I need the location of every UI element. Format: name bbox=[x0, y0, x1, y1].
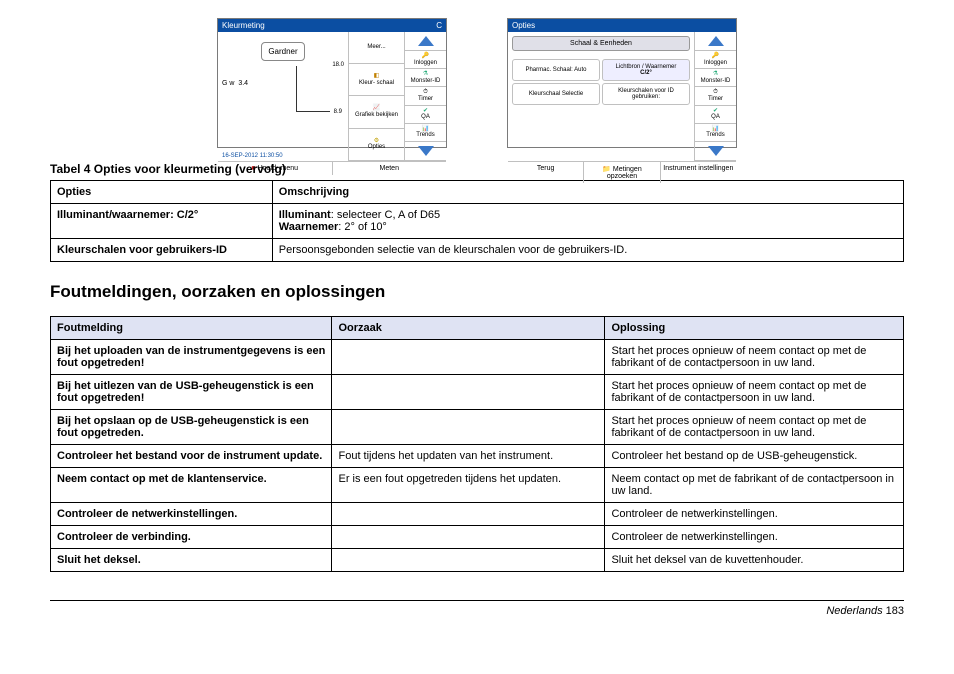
timer-icon: ⏱ bbox=[713, 89, 718, 96]
kleurschaal-button[interactable]: ◧Kleur- schaal bbox=[349, 64, 404, 96]
error-row: Bij het opslaan op de USB-geheugenstick … bbox=[51, 410, 904, 445]
error-table: Foutmelding Oorzaak Oplossing Bij het up… bbox=[50, 316, 904, 572]
qa-button-2[interactable]: ✔QA bbox=[695, 106, 736, 124]
metingen-opzoeken-button[interactable]: 📁 Metingen opzoeken bbox=[584, 162, 660, 183]
page-footer: Nederlands 183 bbox=[50, 600, 904, 617]
fig1-title-corner: C bbox=[436, 21, 442, 30]
flask-icon: ⚗ bbox=[423, 71, 428, 78]
timer-button-2[interactable]: ⏱Timer bbox=[695, 87, 736, 105]
kleurschaal-selectie-cell[interactable]: Kleurschaal Selectie bbox=[512, 83, 600, 105]
error-row: Bij het uitlezen van de USB-geheugenstic… bbox=[51, 375, 904, 410]
chevron-up-icon bbox=[708, 36, 724, 46]
fig1-mid-col: Meer... ◧Kleur- schaal 📈Grafiek bekijken… bbox=[348, 32, 404, 161]
folder-icon: 📁 bbox=[602, 166, 611, 173]
mini-plot: 18.0 8.9 bbox=[296, 66, 330, 112]
fig1-side-col: 🔑Inloggen ⚗Monster-ID ⏱Timer ✔QA 📊Trends bbox=[404, 32, 446, 161]
table4-row-illuminant: Illuminant/waarnemer: C/2° Illuminant: s… bbox=[51, 204, 904, 239]
error-row: Bij het uploaden van de instrumentgegeve… bbox=[51, 340, 904, 375]
section-heading: Foutmeldingen, oorzaken en oplossingen bbox=[50, 282, 904, 302]
more-button[interactable]: Meer... bbox=[349, 32, 404, 64]
monster-id-button[interactable]: ⚗Monster-ID bbox=[405, 69, 446, 87]
trends-icon: 📊 bbox=[422, 126, 429, 133]
figure-kleurmeting: Kleurmeting C Gardner G w 3.4 18.0 8.9 1… bbox=[217, 18, 447, 148]
trends-icon: 📊 bbox=[712, 126, 719, 133]
up-arrow-2[interactable] bbox=[695, 32, 736, 51]
terug-button[interactable]: Terug bbox=[508, 162, 584, 183]
figures-row: Kleurmeting C Gardner G w 3.4 18.0 8.9 1… bbox=[50, 18, 904, 148]
table4-row-kleurschalen: Kleurschalen voor gebruikers-ID Persoons… bbox=[51, 239, 904, 262]
table4-h2: Omschrijving bbox=[272, 181, 903, 204]
error-row: Neem contact op met de klantenservice.Er… bbox=[51, 468, 904, 503]
fig2-titlebar: Opties bbox=[508, 19, 736, 32]
gw-readout: G w 3.4 bbox=[222, 80, 248, 87]
timer-button[interactable]: ⏱Timer bbox=[405, 87, 446, 105]
timer-icon: ⏱ bbox=[423, 89, 428, 96]
error-row: Controleer het bestand voor de instrumen… bbox=[51, 445, 904, 468]
fig1-titlebar: Kleurmeting C bbox=[218, 19, 446, 32]
footer-language: Nederlands bbox=[826, 605, 882, 617]
err-h2: Oorzaak bbox=[332, 317, 605, 340]
up-arrow[interactable] bbox=[405, 32, 446, 51]
figure-opties: Opties Schaal & Eenheden Pharmac. Schaal… bbox=[507, 18, 737, 148]
trends-button[interactable]: 📊Trends bbox=[405, 124, 446, 142]
opties-grid: Pharmac. Schaal: Auto Lichtbron / Waarne… bbox=[508, 55, 694, 109]
pharmac-cell[interactable]: Pharmac. Schaal: Auto bbox=[512, 59, 600, 81]
schaal-eenheden-header: Schaal & Eenheden bbox=[512, 36, 690, 51]
down-arrow[interactable] bbox=[405, 142, 446, 161]
chevron-down-icon bbox=[418, 146, 434, 156]
qa-icon: ✔ bbox=[713, 108, 718, 115]
key-icon: 🔑 bbox=[712, 53, 719, 60]
err-h3: Oplossing bbox=[605, 317, 904, 340]
trends-button-2[interactable]: 📊Trends bbox=[695, 124, 736, 142]
fig1-title: Kleurmeting bbox=[222, 21, 265, 30]
flask-icon: ⚗ bbox=[713, 71, 718, 78]
instrument-instellingen-button[interactable]: Instrument instellingen bbox=[661, 162, 736, 183]
gardner-box: Gardner bbox=[261, 42, 304, 61]
table4: Opties Omschrijving Illuminant/waarnemer… bbox=[50, 180, 904, 262]
chevron-up-icon bbox=[418, 36, 434, 46]
fig2-footer: Terug 📁 Metingen opzoeken Instrument ins… bbox=[508, 161, 736, 183]
footer-page: 183 bbox=[886, 605, 904, 617]
meten-button[interactable]: Meten bbox=[333, 162, 447, 175]
grafiek-button[interactable]: 📈Grafiek bekijken bbox=[349, 96, 404, 128]
opties-button[interactable]: ⚙Opties bbox=[349, 129, 404, 161]
fig2-title: Opties bbox=[512, 21, 535, 30]
chevron-down-icon bbox=[708, 146, 724, 156]
kleurschalen-id-cell[interactable]: Kleurschalen voor ID gebruiken: bbox=[602, 83, 690, 105]
table4-caption: Tabel 4 Opties voor kleurmeting (vervolg… bbox=[50, 162, 904, 176]
inloggen-button-2[interactable]: 🔑Inloggen bbox=[695, 51, 736, 69]
qa-button[interactable]: ✔QA bbox=[405, 106, 446, 124]
monster-id-button-2[interactable]: ⚗Monster-ID bbox=[695, 69, 736, 87]
error-row: Controleer de verbinding.Controleer de n… bbox=[51, 526, 904, 549]
err-h1: Foutmelding bbox=[51, 317, 332, 340]
fig2-side-col: 🔑Inloggen ⚗Monster-ID ⏱Timer ✔QA 📊Trends bbox=[694, 32, 736, 161]
lichtbron-cell[interactable]: Lichtbron / Waarnemer C/2° bbox=[602, 59, 690, 81]
key-icon: 🔑 bbox=[422, 53, 429, 60]
table4-h1: Opties bbox=[51, 181, 273, 204]
error-row: Sluit het deksel.Sluit het deksel van de… bbox=[51, 549, 904, 572]
down-arrow-2[interactable] bbox=[695, 142, 736, 161]
error-row: Controleer de netwerkinstellingen.Contro… bbox=[51, 503, 904, 526]
qa-icon: ✔ bbox=[423, 108, 428, 115]
inloggen-button[interactable]: 🔑Inloggen bbox=[405, 51, 446, 69]
timestamp: 16-SEP-2012 11:30:50 bbox=[222, 153, 283, 159]
fig1-canvas: Gardner G w 3.4 18.0 8.9 16-SEP-2012 11:… bbox=[218, 32, 348, 161]
